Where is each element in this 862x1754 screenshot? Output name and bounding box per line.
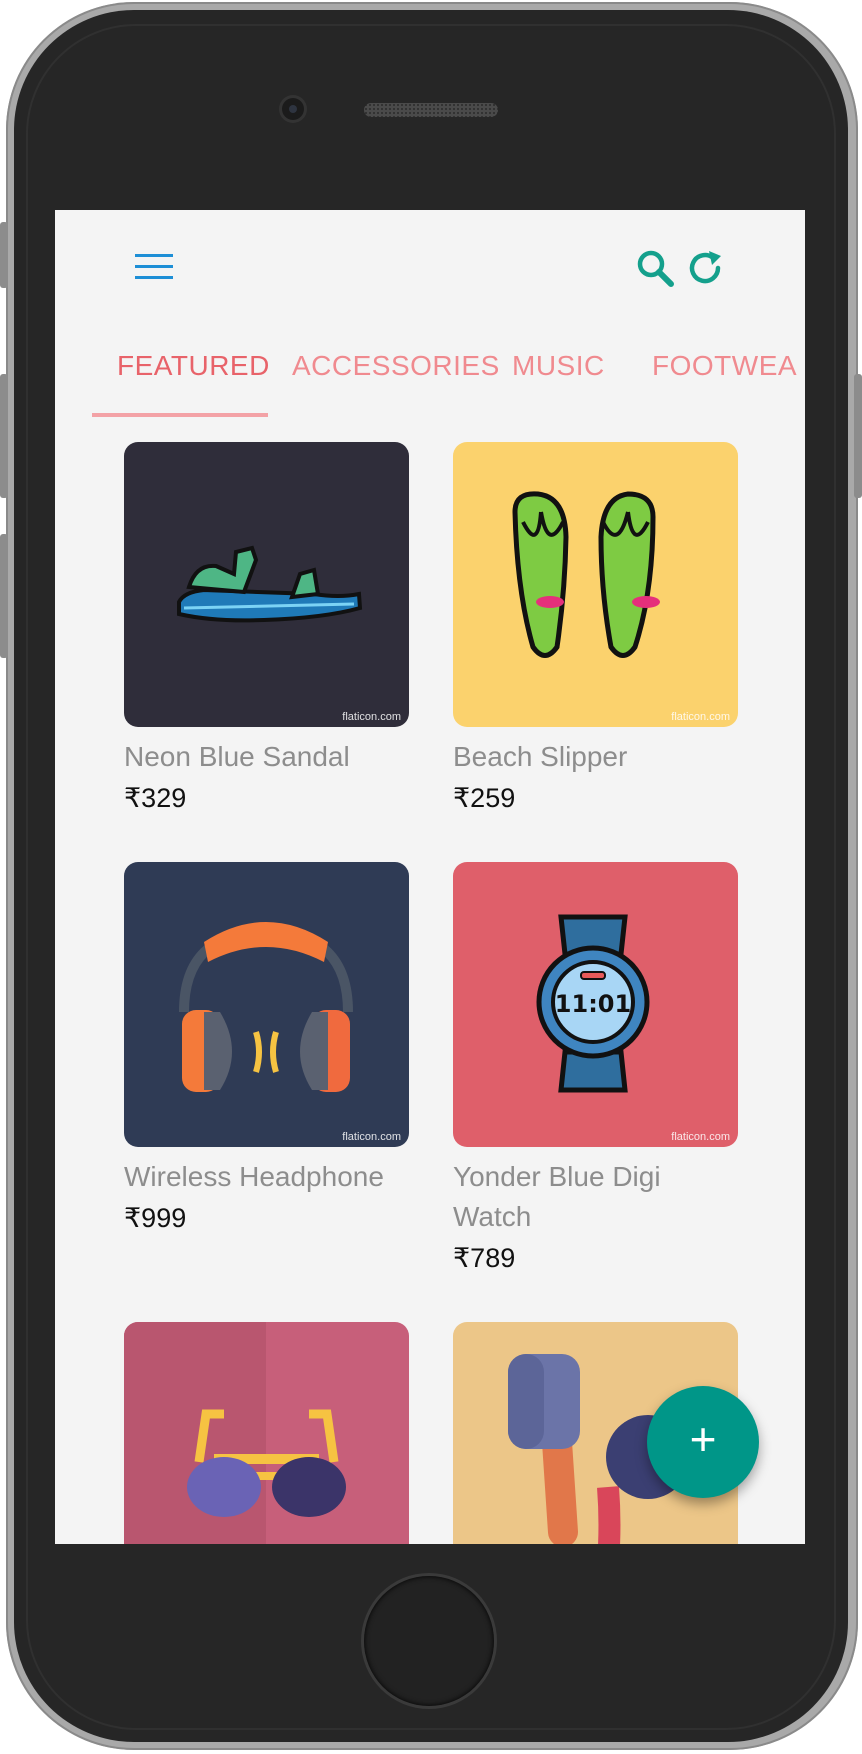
home-button[interactable] (364, 1576, 494, 1706)
product-price: ₹999 (124, 1203, 187, 1233)
app-screen: FEATURED ACCESSORIES MUSIC FOOTWEA flati… (55, 210, 805, 1544)
sunglasses-icon (124, 1322, 346, 1544)
active-tab-indicator (92, 413, 268, 417)
image-credit: flaticon.com (342, 1131, 401, 1143)
smartwatch-icon: 11:01 (536, 914, 650, 1093)
volume-down-button (0, 534, 8, 658)
tab-featured[interactable]: FEATURED (117, 320, 270, 400)
add-product-button[interactable]: + (647, 1386, 759, 1498)
refresh-icon[interactable] (685, 248, 725, 288)
search-icon[interactable] (635, 248, 675, 288)
flip-flops-icon (512, 491, 660, 658)
earpiece-speaker (364, 103, 498, 117)
product-name: Neon Blue Sandal (124, 741, 350, 772)
image-credit: flaticon.com (342, 711, 401, 723)
headphones-icon (179, 922, 353, 1092)
tab-music[interactable]: MUSIC (512, 320, 605, 400)
tab-footwear[interactable]: FOOTWEA (652, 320, 797, 400)
product-image[interactable]: flaticon.com (124, 862, 409, 1147)
product-price: ₹789 (453, 1243, 516, 1273)
product-card[interactable]: flaticon.com Wireless Headphone ₹999 (124, 862, 409, 1239)
watch-time: 11:01 (555, 990, 631, 1018)
category-tabs: FEATURED ACCESSORIES MUSIC FOOTWEA (92, 320, 805, 400)
product-card[interactable]: 11:01 flaticon.com Yonder Blue Digi Watc… (453, 862, 738, 1279)
product-name: Beach Slipper (453, 741, 628, 772)
product-image[interactable]: 11:01 flaticon.com (453, 862, 738, 1147)
image-credit: flaticon.com (671, 711, 730, 723)
product-price: ₹259 (453, 783, 516, 813)
product-image[interactable]: flaticon.com (453, 442, 738, 727)
product-card[interactable]: flaticon.com Beach Slipper ₹259 (453, 442, 738, 819)
tab-accessories[interactable]: ACCESSORIES (292, 320, 500, 400)
mute-switch (0, 222, 8, 288)
app-toolbar (55, 210, 805, 320)
product-name: Yonder Blue Digi Watch (453, 1161, 661, 1232)
product-image[interactable]: flaticon.com (124, 442, 409, 727)
hamburger-menu-icon[interactable] (135, 254, 175, 284)
product-name: Wireless Headphone (124, 1161, 384, 1192)
product-card[interactable] (124, 1322, 409, 1544)
product-image[interactable] (124, 1322, 409, 1544)
product-card[interactable]: flaticon.com Neon Blue Sandal ₹329 (124, 442, 409, 819)
page: FEATURED ACCESSORIES MUSIC FOOTWEA flati… (0, 0, 862, 1754)
volume-up-button (0, 374, 8, 498)
front-camera (282, 98, 304, 120)
power-button (854, 374, 862, 498)
image-credit: flaticon.com (671, 1131, 730, 1143)
product-price: ₹329 (124, 783, 187, 813)
sandal-icon (177, 545, 363, 623)
